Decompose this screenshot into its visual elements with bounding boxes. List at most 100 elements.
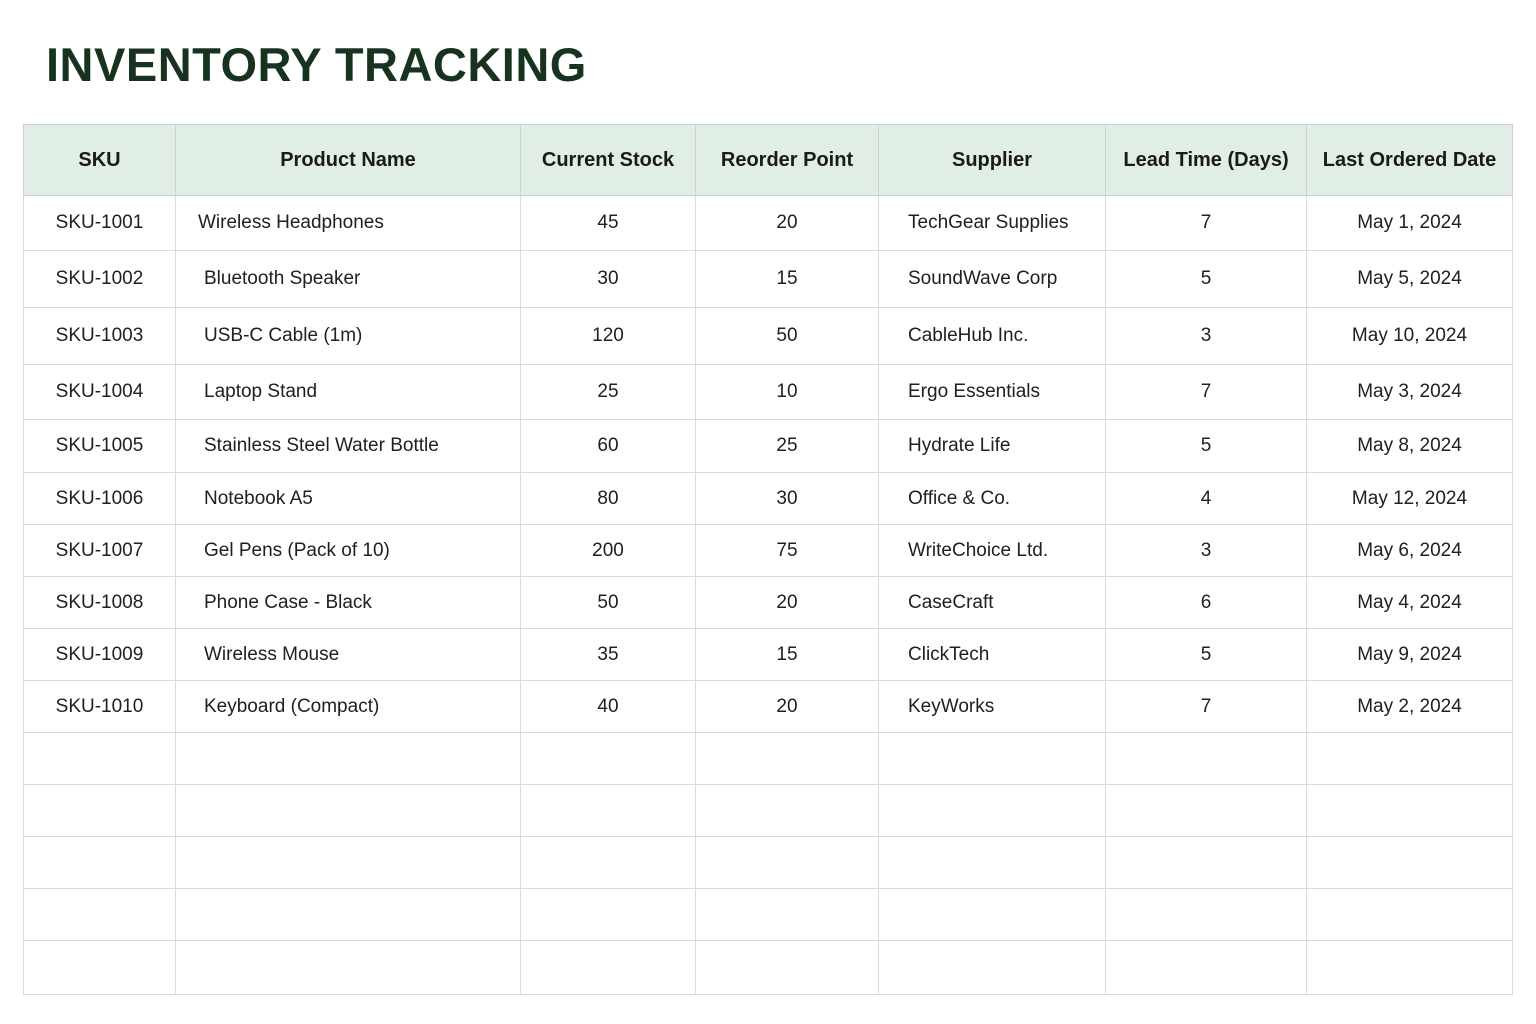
empty-cell[interactable]	[695, 940, 879, 995]
cell-sku[interactable]: SKU-1007	[23, 524, 176, 577]
cell-supplier[interactable]: ClickTech	[878, 628, 1106, 681]
empty-cell[interactable]	[23, 836, 176, 889]
cell-current-stock[interactable]: 60	[520, 419, 696, 473]
cell-reorder-point[interactable]: 75	[695, 524, 879, 577]
cell-product-name[interactable]: Keyboard (Compact)	[175, 680, 521, 733]
cell-reorder-point[interactable]: 25	[695, 419, 879, 473]
empty-cell[interactable]	[520, 732, 696, 785]
cell-last-ordered-date[interactable]: May 9, 2024	[1306, 628, 1513, 681]
cell-last-ordered-date[interactable]: May 2, 2024	[1306, 680, 1513, 733]
column-header-lead-time[interactable]: Lead Time (Days)	[1105, 124, 1307, 196]
empty-cell[interactable]	[878, 732, 1106, 785]
empty-cell[interactable]	[1306, 836, 1513, 889]
cell-current-stock[interactable]: 45	[520, 195, 696, 251]
cell-reorder-point[interactable]: 20	[695, 576, 879, 629]
column-header-sku[interactable]: SKU	[23, 124, 176, 196]
cell-product-name[interactable]: Phone Case - Black	[175, 576, 521, 629]
cell-reorder-point[interactable]: 15	[695, 628, 879, 681]
cell-last-ordered-date[interactable]: May 8, 2024	[1306, 419, 1513, 473]
cell-supplier[interactable]: Office & Co.	[878, 472, 1106, 525]
empty-cell[interactable]	[175, 732, 521, 785]
empty-cell[interactable]	[695, 732, 879, 785]
cell-lead-time[interactable]: 3	[1105, 307, 1307, 365]
cell-supplier[interactable]: CableHub Inc.	[878, 307, 1106, 365]
cell-lead-time[interactable]: 7	[1105, 195, 1307, 251]
cell-product-name[interactable]: Bluetooth Speaker	[175, 250, 521, 308]
empty-cell[interactable]	[520, 888, 696, 941]
empty-cell[interactable]	[878, 784, 1106, 837]
empty-cell[interactable]	[695, 888, 879, 941]
empty-cell[interactable]	[23, 940, 176, 995]
cell-sku[interactable]: SKU-1006	[23, 472, 176, 525]
cell-supplier[interactable]: KeyWorks	[878, 680, 1106, 733]
cell-lead-time[interactable]: 7	[1105, 680, 1307, 733]
cell-product-name[interactable]: Gel Pens (Pack of 10)	[175, 524, 521, 577]
empty-cell[interactable]	[1306, 732, 1513, 785]
cell-supplier[interactable]: Ergo Essentials	[878, 364, 1106, 420]
empty-cell[interactable]	[1306, 784, 1513, 837]
cell-lead-time[interactable]: 3	[1105, 524, 1307, 577]
cell-last-ordered-date[interactable]: May 6, 2024	[1306, 524, 1513, 577]
empty-cell[interactable]	[878, 940, 1106, 995]
cell-current-stock[interactable]: 35	[520, 628, 696, 681]
cell-sku[interactable]: SKU-1009	[23, 628, 176, 681]
cell-supplier[interactable]: WriteChoice Ltd.	[878, 524, 1106, 577]
cell-sku[interactable]: SKU-1002	[23, 250, 176, 308]
cell-current-stock[interactable]: 80	[520, 472, 696, 525]
cell-reorder-point[interactable]: 15	[695, 250, 879, 308]
empty-cell[interactable]	[1105, 784, 1307, 837]
column-header-product-name[interactable]: Product Name	[175, 124, 521, 196]
empty-cell[interactable]	[175, 940, 521, 995]
cell-product-name[interactable]: Wireless Headphones	[175, 195, 521, 251]
empty-cell[interactable]	[23, 784, 176, 837]
cell-sku[interactable]: SKU-1005	[23, 419, 176, 473]
cell-lead-time[interactable]: 6	[1105, 576, 1307, 629]
cell-last-ordered-date[interactable]: May 1, 2024	[1306, 195, 1513, 251]
empty-cell[interactable]	[1105, 732, 1307, 785]
cell-sku[interactable]: SKU-1004	[23, 364, 176, 420]
cell-reorder-point[interactable]: 10	[695, 364, 879, 420]
cell-supplier[interactable]: CaseCraft	[878, 576, 1106, 629]
cell-sku[interactable]: SKU-1003	[23, 307, 176, 365]
cell-reorder-point[interactable]: 20	[695, 195, 879, 251]
cell-last-ordered-date[interactable]: May 10, 2024	[1306, 307, 1513, 365]
cell-current-stock[interactable]: 120	[520, 307, 696, 365]
cell-lead-time[interactable]: 5	[1105, 419, 1307, 473]
cell-last-ordered-date[interactable]: May 12, 2024	[1306, 472, 1513, 525]
cell-reorder-point[interactable]: 20	[695, 680, 879, 733]
empty-cell[interactable]	[1306, 888, 1513, 941]
empty-cell[interactable]	[695, 784, 879, 837]
column-header-current-stock[interactable]: Current Stock	[520, 124, 696, 196]
empty-cell[interactable]	[175, 888, 521, 941]
empty-cell[interactable]	[175, 836, 521, 889]
cell-last-ordered-date[interactable]: May 5, 2024	[1306, 250, 1513, 308]
cell-current-stock[interactable]: 40	[520, 680, 696, 733]
cell-last-ordered-date[interactable]: May 4, 2024	[1306, 576, 1513, 629]
column-header-reorder-point[interactable]: Reorder Point	[695, 124, 879, 196]
empty-cell[interactable]	[520, 784, 696, 837]
cell-supplier[interactable]: Hydrate Life	[878, 419, 1106, 473]
cell-current-stock[interactable]: 25	[520, 364, 696, 420]
empty-cell[interactable]	[520, 940, 696, 995]
cell-lead-time[interactable]: 4	[1105, 472, 1307, 525]
cell-lead-time[interactable]: 5	[1105, 250, 1307, 308]
column-header-last-ordered-date[interactable]: Last Ordered Date	[1306, 124, 1513, 196]
cell-reorder-point[interactable]: 50	[695, 307, 879, 365]
column-header-supplier[interactable]: Supplier	[878, 124, 1106, 196]
cell-sku[interactable]: SKU-1008	[23, 576, 176, 629]
empty-cell[interactable]	[175, 784, 521, 837]
cell-product-name[interactable]: USB-C Cable (1m)	[175, 307, 521, 365]
empty-cell[interactable]	[520, 836, 696, 889]
empty-cell[interactable]	[23, 732, 176, 785]
empty-cell[interactable]	[1105, 940, 1307, 995]
empty-cell[interactable]	[1105, 836, 1307, 889]
cell-product-name[interactable]: Laptop Stand	[175, 364, 521, 420]
cell-supplier[interactable]: TechGear Supplies	[878, 195, 1106, 251]
cell-current-stock[interactable]: 200	[520, 524, 696, 577]
cell-product-name[interactable]: Notebook A5	[175, 472, 521, 525]
cell-current-stock[interactable]: 30	[520, 250, 696, 308]
cell-sku[interactable]: SKU-1001	[23, 195, 176, 251]
empty-cell[interactable]	[1306, 940, 1513, 995]
cell-lead-time[interactable]: 5	[1105, 628, 1307, 681]
empty-cell[interactable]	[1105, 888, 1307, 941]
